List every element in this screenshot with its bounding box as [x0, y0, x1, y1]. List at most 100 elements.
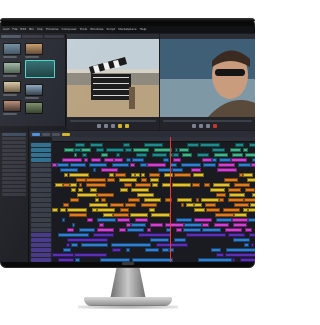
audio-clip[interactable]	[58, 232, 89, 237]
video-clip[interactable]	[125, 202, 136, 207]
video-clip[interactable]	[175, 147, 178, 152]
audio-clip[interactable]	[67, 237, 108, 242]
video-clip[interactable]	[250, 202, 255, 207]
audio-clip[interactable]	[75, 257, 80, 262]
video-clip[interactable]	[67, 227, 74, 232]
audio-clip[interactable]	[211, 247, 221, 252]
video-clip[interactable]	[164, 172, 173, 177]
video-clip[interactable]	[181, 202, 184, 207]
track-header[interactable]	[31, 167, 51, 172]
track-header[interactable]	[31, 177, 51, 182]
video-clip[interactable]	[205, 202, 216, 207]
project-row[interactable]	[2, 165, 26, 168]
video-clip[interactable]	[144, 142, 163, 147]
video-clip[interactable]	[109, 172, 114, 177]
audio-clip[interactable]	[156, 242, 188, 247]
video-clip[interactable]	[114, 157, 123, 162]
menu-item-file[interactable]: File	[12, 26, 17, 33]
video-clip[interactable]	[150, 177, 159, 182]
video-clip[interactable]	[147, 162, 166, 167]
video-clip[interactable]	[232, 217, 248, 222]
track-header[interactable]	[31, 207, 51, 212]
project-row[interactable]	[2, 137, 26, 140]
video-clip[interactable]	[130, 212, 148, 217]
video-clip[interactable]	[201, 197, 219, 202]
audio-clip[interactable]	[244, 242, 249, 247]
bin-thumbnail[interactable]	[25, 84, 43, 96]
audio-clip[interactable]	[145, 247, 159, 252]
video-clip[interactable]	[64, 147, 74, 152]
video-clip[interactable]	[184, 222, 202, 227]
menu-item-avid[interactable]: Avid	[3, 26, 9, 33]
project-row[interactable]	[2, 177, 26, 180]
video-clip[interactable]	[251, 162, 255, 167]
audio-clip[interactable]	[112, 247, 121, 252]
project-row[interactable]	[2, 145, 26, 148]
video-clip[interactable]	[191, 167, 201, 172]
audio-clip[interactable]	[226, 247, 255, 252]
menu-item-marketplace[interactable]: Marketplace	[118, 26, 136, 33]
video-clip[interactable]	[78, 187, 83, 192]
video-clip[interactable]	[89, 162, 107, 167]
audio-clip[interactable]	[126, 247, 130, 252]
step-forward-button[interactable]	[111, 124, 115, 128]
video-clip[interactable]	[124, 182, 132, 187]
video-clip[interactable]	[202, 227, 221, 232]
mark-out-button[interactable]	[125, 124, 129, 128]
video-clip[interactable]	[150, 222, 163, 227]
video-clip[interactable]	[57, 162, 69, 167]
video-clip[interactable]	[116, 152, 120, 157]
video-clip[interactable]	[101, 197, 106, 202]
track-header[interactable]	[31, 227, 51, 232]
video-clip[interactable]	[63, 202, 69, 207]
video-clip[interactable]	[125, 147, 132, 152]
video-clip[interactable]	[89, 202, 108, 207]
video-clip[interactable]	[97, 217, 116, 222]
menu-item-edit[interactable]: Edit	[20, 26, 26, 33]
track-header[interactable]	[31, 157, 51, 162]
audio-clip[interactable]	[66, 242, 70, 247]
timeline-playhead[interactable]	[170, 137, 171, 262]
video-clip[interactable]	[252, 157, 255, 162]
track-header[interactable]	[31, 182, 51, 187]
video-clip[interactable]	[60, 207, 66, 212]
video-clip[interactable]	[103, 212, 113, 217]
play-button[interactable]	[199, 124, 203, 128]
bin-thumbnail[interactable]	[3, 62, 21, 74]
video-clip[interactable]	[79, 182, 82, 187]
project-row[interactable]	[2, 133, 26, 136]
video-clip[interactable]	[131, 222, 146, 227]
video-clip[interactable]	[200, 142, 220, 147]
audio-clip[interactable]	[251, 242, 254, 247]
video-clip[interactable]	[106, 147, 124, 152]
video-clip[interactable]	[176, 227, 182, 232]
video-clip[interactable]	[140, 162, 147, 167]
video-clip[interactable]	[172, 167, 183, 172]
video-clip[interactable]	[194, 207, 205, 212]
fast-forward-button[interactable]	[206, 124, 210, 128]
video-clip[interactable]	[212, 157, 217, 162]
video-clip[interactable]	[225, 227, 242, 232]
video-clip[interactable]	[245, 187, 255, 192]
video-clip[interactable]	[90, 142, 103, 147]
video-clip[interactable]	[96, 147, 104, 152]
video-clip[interactable]	[149, 172, 160, 177]
video-clip[interactable]	[183, 227, 201, 232]
video-clip[interactable]	[119, 227, 126, 232]
video-clip[interactable]	[123, 142, 130, 147]
video-clip[interactable]	[170, 162, 177, 167]
audio-clip[interactable]	[249, 232, 255, 237]
video-clip[interactable]	[210, 187, 225, 192]
source-video-frame[interactable]	[67, 39, 159, 117]
video-clip[interactable]	[204, 182, 210, 187]
video-clip[interactable]	[149, 207, 155, 212]
project-row[interactable]	[2, 193, 26, 196]
track-header[interactable]	[31, 202, 51, 207]
video-clip[interactable]	[136, 152, 147, 157]
video-clip[interactable]	[194, 217, 212, 222]
audio-clip[interactable]	[240, 257, 255, 262]
project-row[interactable]	[2, 185, 26, 188]
video-clip[interactable]	[99, 222, 104, 227]
video-clip[interactable]	[228, 197, 244, 202]
bin-thumbnail-selected[interactable]	[25, 60, 55, 78]
